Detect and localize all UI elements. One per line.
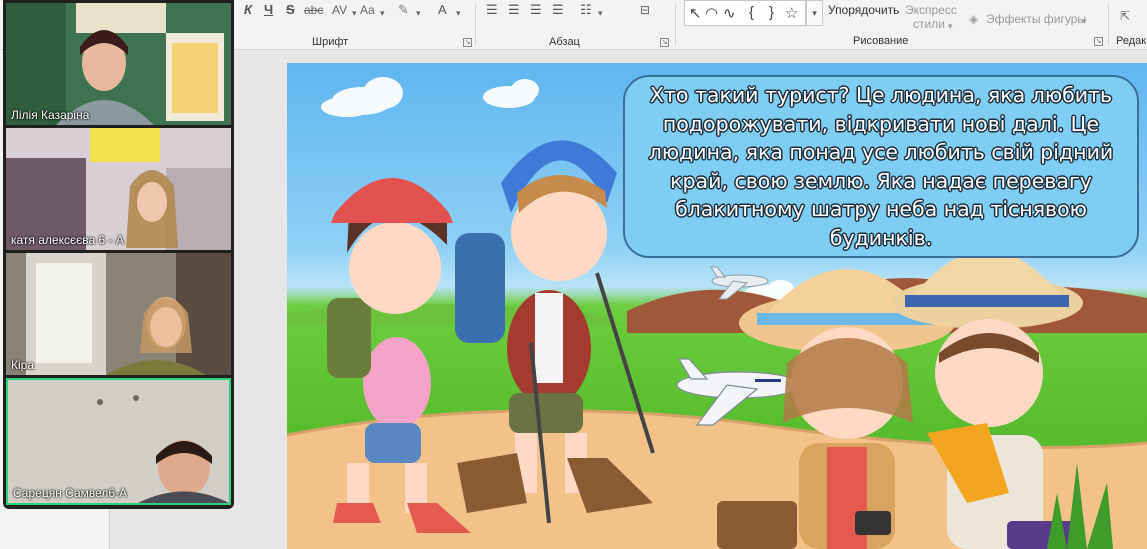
participant-video xyxy=(6,253,231,375)
shapes-gallery[interactable]: ↖ ◠ ∿ { } ☆ xyxy=(684,0,806,26)
change-case-button[interactable]: Aa xyxy=(360,2,375,18)
align-center-icon[interactable]: ☰ xyxy=(508,2,520,18)
quick-styles-button-line2[interactable]: стили xyxy=(913,16,945,32)
brace-right-shape-icon[interactable]: } xyxy=(769,4,774,21)
chevron-down-icon[interactable]: ▾ xyxy=(948,18,953,34)
shape-effects-button[interactable]: Эффекты фигуры xyxy=(986,11,1086,27)
participant-tile-active-speaker[interactable]: Сарецян Самвел6-А xyxy=(6,378,231,505)
chevron-down-icon[interactable]: ▾ xyxy=(1082,13,1087,29)
participant-tile[interactable]: катя алексєєва 6 - А xyxy=(6,128,231,250)
chevron-down-icon[interactable]: ▾ xyxy=(380,5,385,21)
chevron-down-icon[interactable]: ▾ xyxy=(598,5,603,21)
powerpoint-window: К Ч S abc AV ▾ Aa ▾ ✎ ▾ A ▾ Шрифт ↘ ☰ ☰ … xyxy=(0,0,1147,549)
italic-button[interactable]: К xyxy=(244,2,252,18)
arrange-button[interactable]: Упорядочить xyxy=(828,2,899,18)
align-text-icon[interactable]: ⊟ xyxy=(640,2,650,18)
participant-video xyxy=(6,3,231,125)
paragraph-dialog-launcher-icon[interactable]: ↘ xyxy=(660,38,669,47)
airplane-icon xyxy=(676,358,802,426)
divider xyxy=(675,4,676,46)
highlight-icon[interactable]: ✎ xyxy=(398,2,409,18)
paragraph-group-label: Абзац xyxy=(549,36,580,48)
participant-video xyxy=(8,380,229,503)
editing-group-label: Редак xyxy=(1116,35,1147,47)
divider xyxy=(1108,4,1109,46)
arrow-shape-icon[interactable]: ↖ xyxy=(689,4,702,22)
shadow-abc-button[interactable]: abc xyxy=(304,2,323,18)
font-dialog-launcher-icon[interactable]: ↘ xyxy=(463,38,472,47)
brace-left-shape-icon[interactable]: { xyxy=(749,4,754,21)
align-right-icon[interactable]: ☰ xyxy=(530,2,542,18)
participant-name: Сарецян Самвел6-А xyxy=(13,486,128,500)
slide-canvas[interactable]: Хто такий турист? Це людина, яка любить … xyxy=(287,63,1147,549)
justify-icon[interactable]: ☰ xyxy=(552,2,564,18)
speech-bubble[interactable]: Хто такий турист? Це людина, яка любить … xyxy=(623,75,1139,258)
shape-effects-icon[interactable]: ◈ xyxy=(969,11,978,27)
font-group-label: Шрифт xyxy=(312,36,349,48)
chevron-down-icon[interactable]: ▾ xyxy=(456,5,461,21)
chevron-down-icon[interactable]: ▾ xyxy=(352,5,357,21)
paragraph-group: ☰ ☰ ☰ ☰ ☷ ▾ ⊟ Абзац ↘ xyxy=(476,0,674,50)
chevron-down-icon[interactable]: ▾ xyxy=(416,5,421,21)
shapes-more-button[interactable]: ▾ xyxy=(806,0,823,26)
font-color-button[interactable]: A xyxy=(438,2,447,18)
star-shape-icon[interactable]: ☆ xyxy=(785,4,798,22)
char-spacing-button[interactable]: AV xyxy=(332,2,347,18)
participant-name: Кіра xyxy=(11,358,35,372)
strikethrough-button[interactable]: S xyxy=(286,2,295,18)
curve-shape-icon[interactable]: ◠ xyxy=(705,4,718,22)
columns-icon[interactable]: ☷ xyxy=(580,2,592,18)
underline-button[interactable]: Ч xyxy=(264,2,273,18)
drawing-group-label: Рисование xyxy=(853,35,909,47)
participant-name: Лілія Казаріна xyxy=(11,108,90,122)
participant-tile[interactable]: Кіра xyxy=(6,253,231,375)
video-call-panel: Лілія Казаріна катя алексєєва 6 - А Кіра… xyxy=(3,0,234,509)
participant-tile[interactable]: Лілія Казаріна xyxy=(6,3,231,125)
font-group: К Ч S abc AV ▾ Aa ▾ ✎ ▾ A ▾ Шрифт ↘ xyxy=(236,0,474,50)
drawing-dialog-launcher-icon[interactable]: ↘ xyxy=(1094,37,1103,46)
participant-name: катя алексєєва 6 - А xyxy=(11,233,124,247)
wave-shape-icon[interactable]: ∿ xyxy=(723,4,736,22)
speech-bubble-text: Хто такий турист? Це людина, яка любить … xyxy=(648,83,1114,250)
align-left-icon[interactable]: ☰ xyxy=(486,2,498,18)
participant-video xyxy=(6,128,231,250)
select-cursor-icon[interactable]: ⇱ xyxy=(1120,8,1130,24)
